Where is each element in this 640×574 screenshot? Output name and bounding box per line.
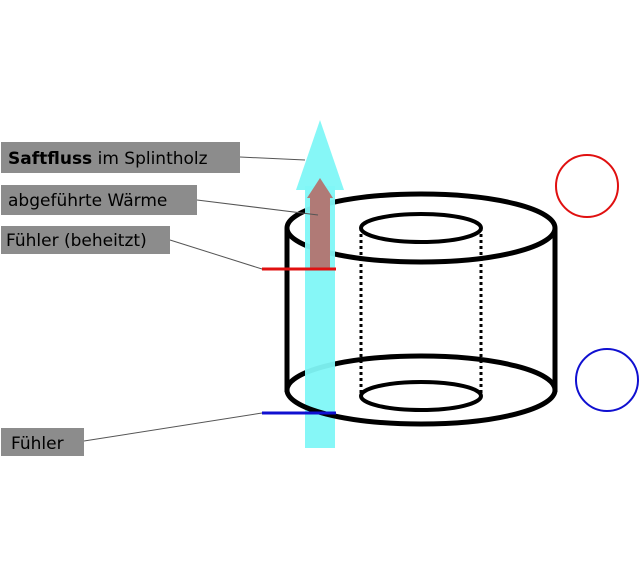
heated-sensor-leader xyxy=(169,239,263,270)
label-heated-sensor-text: Fühler (beheitzt) xyxy=(6,231,147,251)
label-heat: abgeführte Wärme xyxy=(1,185,197,215)
sapflow-arrow xyxy=(296,120,344,448)
sapflow-diagram: Saftfluss im Splintholz abgeführte Wärme… xyxy=(1,120,639,456)
label-sapflow-text: Saftfluss im Splintholz xyxy=(8,149,208,169)
heat-arrow-shaft xyxy=(310,197,330,269)
label-heat-text: abgeführte Wärme xyxy=(8,191,167,211)
label-sapflow: Saftfluss im Splintholz xyxy=(1,142,240,173)
label-heated-sensor: Fühler (beheitzt) xyxy=(1,226,170,254)
heat-leader xyxy=(196,199,319,216)
sapflow-leader xyxy=(239,156,306,161)
inner-top-ellipse xyxy=(359,212,483,244)
label-sapflow-bold: Saftfluss xyxy=(8,149,92,169)
label-sapflow-rest: im Splintholz xyxy=(92,149,207,169)
sensor-leader xyxy=(83,412,263,442)
inner-bottom-ellipse xyxy=(359,380,483,412)
reference-sensor-circle xyxy=(575,348,639,412)
heated-sensor-circle xyxy=(555,154,619,218)
inner-cylinder-hidden-edges xyxy=(359,228,483,396)
label-sensor-text: Fühler xyxy=(11,434,64,454)
label-sensor: Fühler xyxy=(1,428,84,456)
